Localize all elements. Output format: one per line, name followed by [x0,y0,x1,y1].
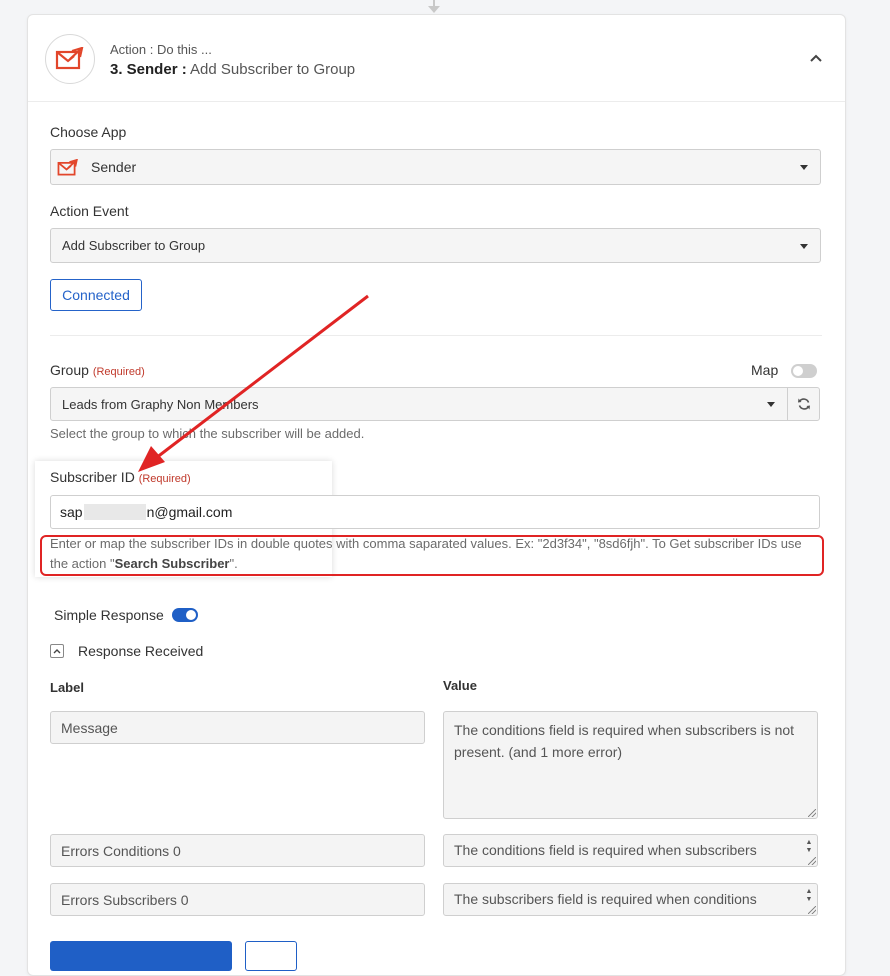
step-event: Add Subscriber to Group [190,61,356,78]
step-subtitle: Action : Do this ... [110,42,212,57]
choose-app-label: Choose App [50,124,127,140]
action-event-value: Add Subscriber to Group [62,238,206,253]
choose-app-select[interactable]: Sender [50,149,821,185]
step-title: 3. Sender : Add Subscriber to Group [110,61,355,78]
secondary-button[interactable] [245,941,297,971]
response-label-field[interactable]: Errors Conditions 0 [50,834,425,867]
response-label-field[interactable]: Message [50,711,425,744]
refresh-group-button[interactable] [787,387,820,421]
save-and-send-button[interactable] [50,941,232,971]
required-badge: (Required) [92,366,145,378]
value-column-header: Value [443,678,477,693]
sender-envelope-icon [55,47,84,70]
response-value-textarea[interactable]: The conditions field is required when su… [443,711,818,819]
map-label: Map [751,362,779,378]
section-divider [50,335,822,336]
required-badge: (Required) [138,473,191,485]
toggle-knob [186,610,196,620]
flow-connector-arrow-icon [428,6,440,13]
caret-down-icon [800,243,808,249]
resize-grip-icon[interactable] [808,857,816,865]
group-value: Leads from Graphy Non Members [62,396,259,412]
subscriber-id-input[interactable]: sap n@gmail.com [50,495,820,529]
chevron-up-icon [53,649,61,654]
response-received-collapse-button[interactable] [50,644,64,658]
annotation-red-box [40,535,824,576]
response-value-textarea[interactable]: The subscribers field is required when c… [443,883,818,916]
choose-app-value: Sender [91,159,137,175]
response-value-textarea[interactable]: The conditions field is required when su… [443,834,818,867]
sender-logo [45,34,95,84]
sender-envelope-icon [57,159,78,176]
group-select[interactable]: Leads from Graphy Non Members [50,387,788,421]
resize-grip-icon[interactable] [808,809,816,817]
response-value-text: The subscribers field is required when c… [454,891,757,907]
caret-down-icon [767,402,775,407]
group-help-text: Select the group to which the subscriber… [50,426,365,441]
group-label-text: Group [50,362,89,378]
chevron-up-icon[interactable] [809,53,823,63]
redacted-blur [83,504,146,520]
caret-down-icon [800,165,808,170]
action-event-label: Action Event [50,203,129,219]
label-column-header: Label [50,680,84,695]
subscriber-id-label-text: Subscriber ID [50,469,135,485]
response-received-label: Response Received [78,643,204,659]
subscriber-id-value-suffix: n@gmail.com [146,504,233,520]
action-event-select[interactable]: Add Subscriber to Group [50,228,821,263]
resize-grip-icon[interactable] [808,906,816,914]
subscriber-id-label: Subscriber ID (Required) [50,469,191,485]
simple-response-label: Simple Response [54,607,164,623]
step-number: 3. Sender : [110,61,187,78]
scroll-arrows-icon[interactable]: ▲ ▼ [805,888,813,904]
connected-button[interactable]: Connected [50,279,142,311]
toggle-knob [793,366,803,376]
response-label-field[interactable]: Errors Subscribers 0 [50,883,425,916]
refresh-icon [797,398,810,410]
subscriber-id-value-prefix: sap [60,504,83,520]
map-toggle[interactable] [791,364,817,378]
simple-response-toggle[interactable] [172,608,198,622]
step-header[interactable]: Action : Do this ... 3. Sender : Add Sub… [28,15,845,102]
response-value-text: The conditions field is required when su… [454,722,795,760]
group-label: Group (Required) [50,362,145,378]
scroll-arrows-icon[interactable]: ▲ ▼ [805,839,813,855]
response-value-text: The conditions field is required when su… [454,842,757,858]
